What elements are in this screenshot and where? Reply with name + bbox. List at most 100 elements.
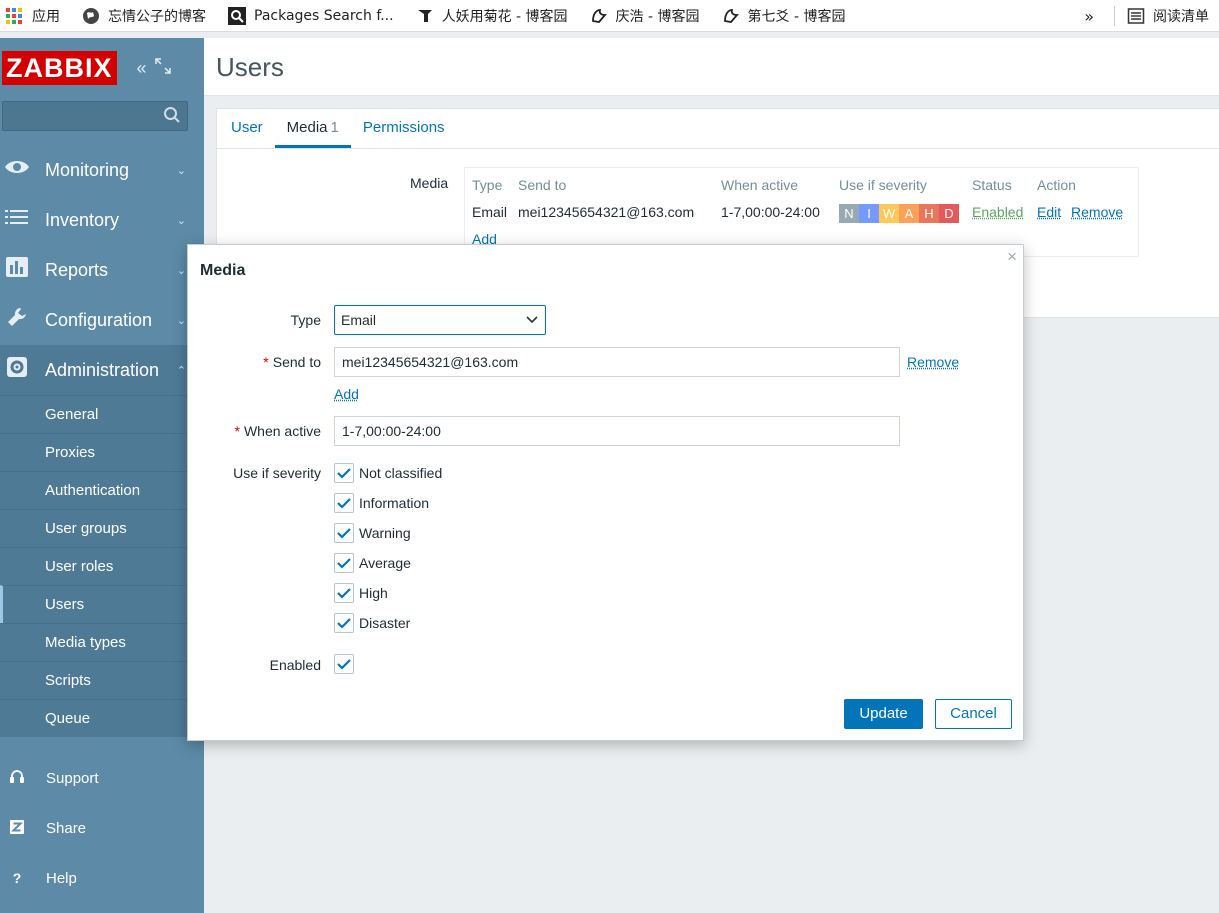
tab-media[interactable]: Media 1 bbox=[274, 109, 351, 148]
tab-user[interactable]: User bbox=[219, 109, 275, 148]
submenu-user-groups[interactable]: User groups bbox=[0, 509, 204, 547]
collapse-sidebar-icon[interactable]: « bbox=[137, 58, 147, 79]
severity-label: Use if severity bbox=[233, 465, 321, 481]
reading-list-icon bbox=[1127, 7, 1145, 25]
bookmark-label: 人妖用菊花 - 博客园 bbox=[441, 8, 568, 25]
remove-send-to-link[interactable]: Remove bbox=[907, 354, 959, 370]
page-title: Users bbox=[216, 52, 284, 82]
page-header: Users bbox=[204, 38, 1219, 96]
bookmark-label: 应用 bbox=[32, 8, 60, 25]
blog-icon bbox=[590, 7, 608, 25]
menu-configuration[interactable]: Configuration ⌄ bbox=[0, 295, 204, 345]
col-action: Action bbox=[1037, 177, 1076, 193]
menu-monitoring[interactable]: Monitoring ⌄ bbox=[0, 145, 204, 195]
divider bbox=[1114, 6, 1115, 26]
menu-label: Share bbox=[46, 819, 87, 837]
checkbox-checked-icon[interactable] bbox=[334, 523, 354, 543]
bookmark-item[interactable]: 人妖用菊花 - 博客园 bbox=[416, 6, 568, 26]
submenu-authentication[interactable]: Authentication bbox=[0, 471, 204, 509]
sidebar-search-input[interactable] bbox=[2, 101, 188, 131]
when-active-label-text: When active bbox=[243, 423, 321, 439]
remove-link[interactable]: Remove bbox=[1071, 204, 1123, 220]
cell-when-active: 1-7,00:00-24:00 bbox=[721, 204, 820, 220]
submenu-scripts[interactable]: Scripts bbox=[0, 661, 204, 699]
bookmarks-bar: 应用 忘情公子的博客 Packages Search f... 人妖用菊花 - … bbox=[0, 0, 1219, 32]
checkbox-checked-icon[interactable] bbox=[334, 463, 354, 483]
type-select-value: Email bbox=[341, 312, 377, 328]
tab-label: User bbox=[231, 119, 263, 136]
bookmark-apps[interactable]: 应用 bbox=[6, 6, 60, 26]
reading-list-button[interactable]: 阅读清单 bbox=[1127, 6, 1209, 26]
severity-warning[interactable]: Warning bbox=[334, 523, 411, 543]
bookmark-item[interactable]: 第七爻 - 博客园 bbox=[722, 6, 845, 26]
col-when-active: When active bbox=[721, 177, 799, 193]
search-icon bbox=[228, 6, 246, 25]
menu-inventory[interactable]: Inventory ⌄ bbox=[0, 195, 204, 245]
cell-severity: N I W A H D bbox=[839, 204, 972, 223]
menu-label: Help bbox=[46, 869, 77, 887]
bookmarks-more-button[interactable]: » bbox=[1084, 7, 1094, 26]
severity-badge: D bbox=[939, 204, 959, 223]
menu-administration[interactable]: Administration ⌃ bbox=[0, 345, 204, 395]
bar-chart-icon bbox=[2, 257, 32, 283]
menu-support[interactable]: Support bbox=[0, 753, 204, 803]
submenu-queue[interactable]: Queue bbox=[0, 699, 204, 737]
table-row: Email mei12345654321@163.com 1-7,00:00-2… bbox=[472, 204, 1147, 223]
add-send-to-link[interactable]: Add bbox=[334, 386, 359, 402]
checkbox-checked-icon[interactable] bbox=[334, 553, 354, 573]
menu-help[interactable]: ? Help bbox=[0, 853, 204, 903]
severity-badge: A bbox=[899, 204, 919, 223]
tab-permissions[interactable]: Permissions bbox=[351, 109, 457, 148]
chevron-up-icon: ⌃ bbox=[176, 364, 186, 377]
submenu-general[interactable]: General bbox=[0, 395, 204, 433]
status-enabled-link[interactable]: Enabled bbox=[972, 204, 1037, 223]
cell-type: Email bbox=[472, 204, 508, 220]
type-label: Type bbox=[290, 312, 321, 328]
required-marker: * bbox=[234, 423, 240, 439]
sidebar: ZABBIX « Monitoring ⌄ Inventory ⌄ Report… bbox=[0, 38, 204, 913]
cancel-button[interactable]: Cancel bbox=[935, 699, 1012, 729]
headset-icon bbox=[9, 769, 25, 788]
checkbox-checked-icon[interactable] bbox=[334, 493, 354, 513]
submenu-proxies[interactable]: Proxies bbox=[0, 433, 204, 471]
share-z-icon bbox=[9, 819, 25, 837]
col-status: Status bbox=[972, 177, 1012, 193]
severity-high[interactable]: High bbox=[334, 583, 388, 603]
menu-share[interactable]: Share bbox=[0, 803, 204, 853]
bookmark-label: Packages Search f... bbox=[254, 7, 394, 24]
bookmark-item[interactable]: 庆浩 - 博客园 bbox=[590, 6, 700, 26]
cell-send-to: mei12345654321@163.com bbox=[518, 204, 695, 220]
kiosk-mode-icon[interactable] bbox=[154, 57, 171, 79]
zabbix-logo[interactable]: ZABBIX bbox=[2, 51, 117, 85]
menu-reports[interactable]: Reports ⌄ bbox=[0, 245, 204, 295]
severity-badge: H bbox=[919, 204, 939, 223]
severity-badge: I bbox=[859, 204, 879, 223]
when-active-input[interactable]: 1-7,00:00-24:00 bbox=[334, 416, 900, 446]
update-button[interactable]: Update bbox=[844, 699, 923, 729]
type-select[interactable]: Email bbox=[334, 305, 546, 335]
search-icon[interactable] bbox=[163, 106, 181, 129]
blog-icon bbox=[416, 7, 434, 25]
checkbox-checked-icon[interactable] bbox=[334, 654, 354, 674]
chevron-down-icon: ⌄ bbox=[176, 314, 186, 327]
submenu-user-roles[interactable]: User roles bbox=[0, 547, 204, 585]
severity-badge: W bbox=[879, 204, 899, 223]
bookmark-item[interactable]: 忘情公子的博客 bbox=[82, 6, 206, 26]
media-dialog: Media × Type Email * Send to mei123456543… bbox=[187, 244, 1024, 741]
checkbox-checked-icon[interactable] bbox=[334, 583, 354, 603]
send-to-input[interactable]: mei12345654321@163.com bbox=[334, 347, 900, 377]
send-to-label: * Send to bbox=[263, 354, 321, 370]
edit-link[interactable]: Edit bbox=[1037, 204, 1061, 220]
close-icon[interactable]: × bbox=[1007, 247, 1017, 267]
severity-disaster[interactable]: Disaster bbox=[334, 613, 410, 633]
table-header: Type Send to When active Use if severity… bbox=[472, 177, 1147, 193]
severity-average[interactable]: Average bbox=[334, 553, 411, 573]
submenu-media-types[interactable]: Media types bbox=[0, 623, 204, 661]
severity-not-classified[interactable]: Not classified bbox=[334, 463, 442, 483]
severity-information[interactable]: Information bbox=[334, 493, 429, 513]
bookmark-item[interactable]: Packages Search f... bbox=[228, 6, 394, 25]
globe-icon bbox=[82, 7, 100, 25]
submenu-users[interactable]: Users bbox=[0, 585, 204, 623]
enabled-checkbox[interactable] bbox=[334, 654, 359, 674]
checkbox-checked-icon[interactable] bbox=[334, 613, 354, 633]
